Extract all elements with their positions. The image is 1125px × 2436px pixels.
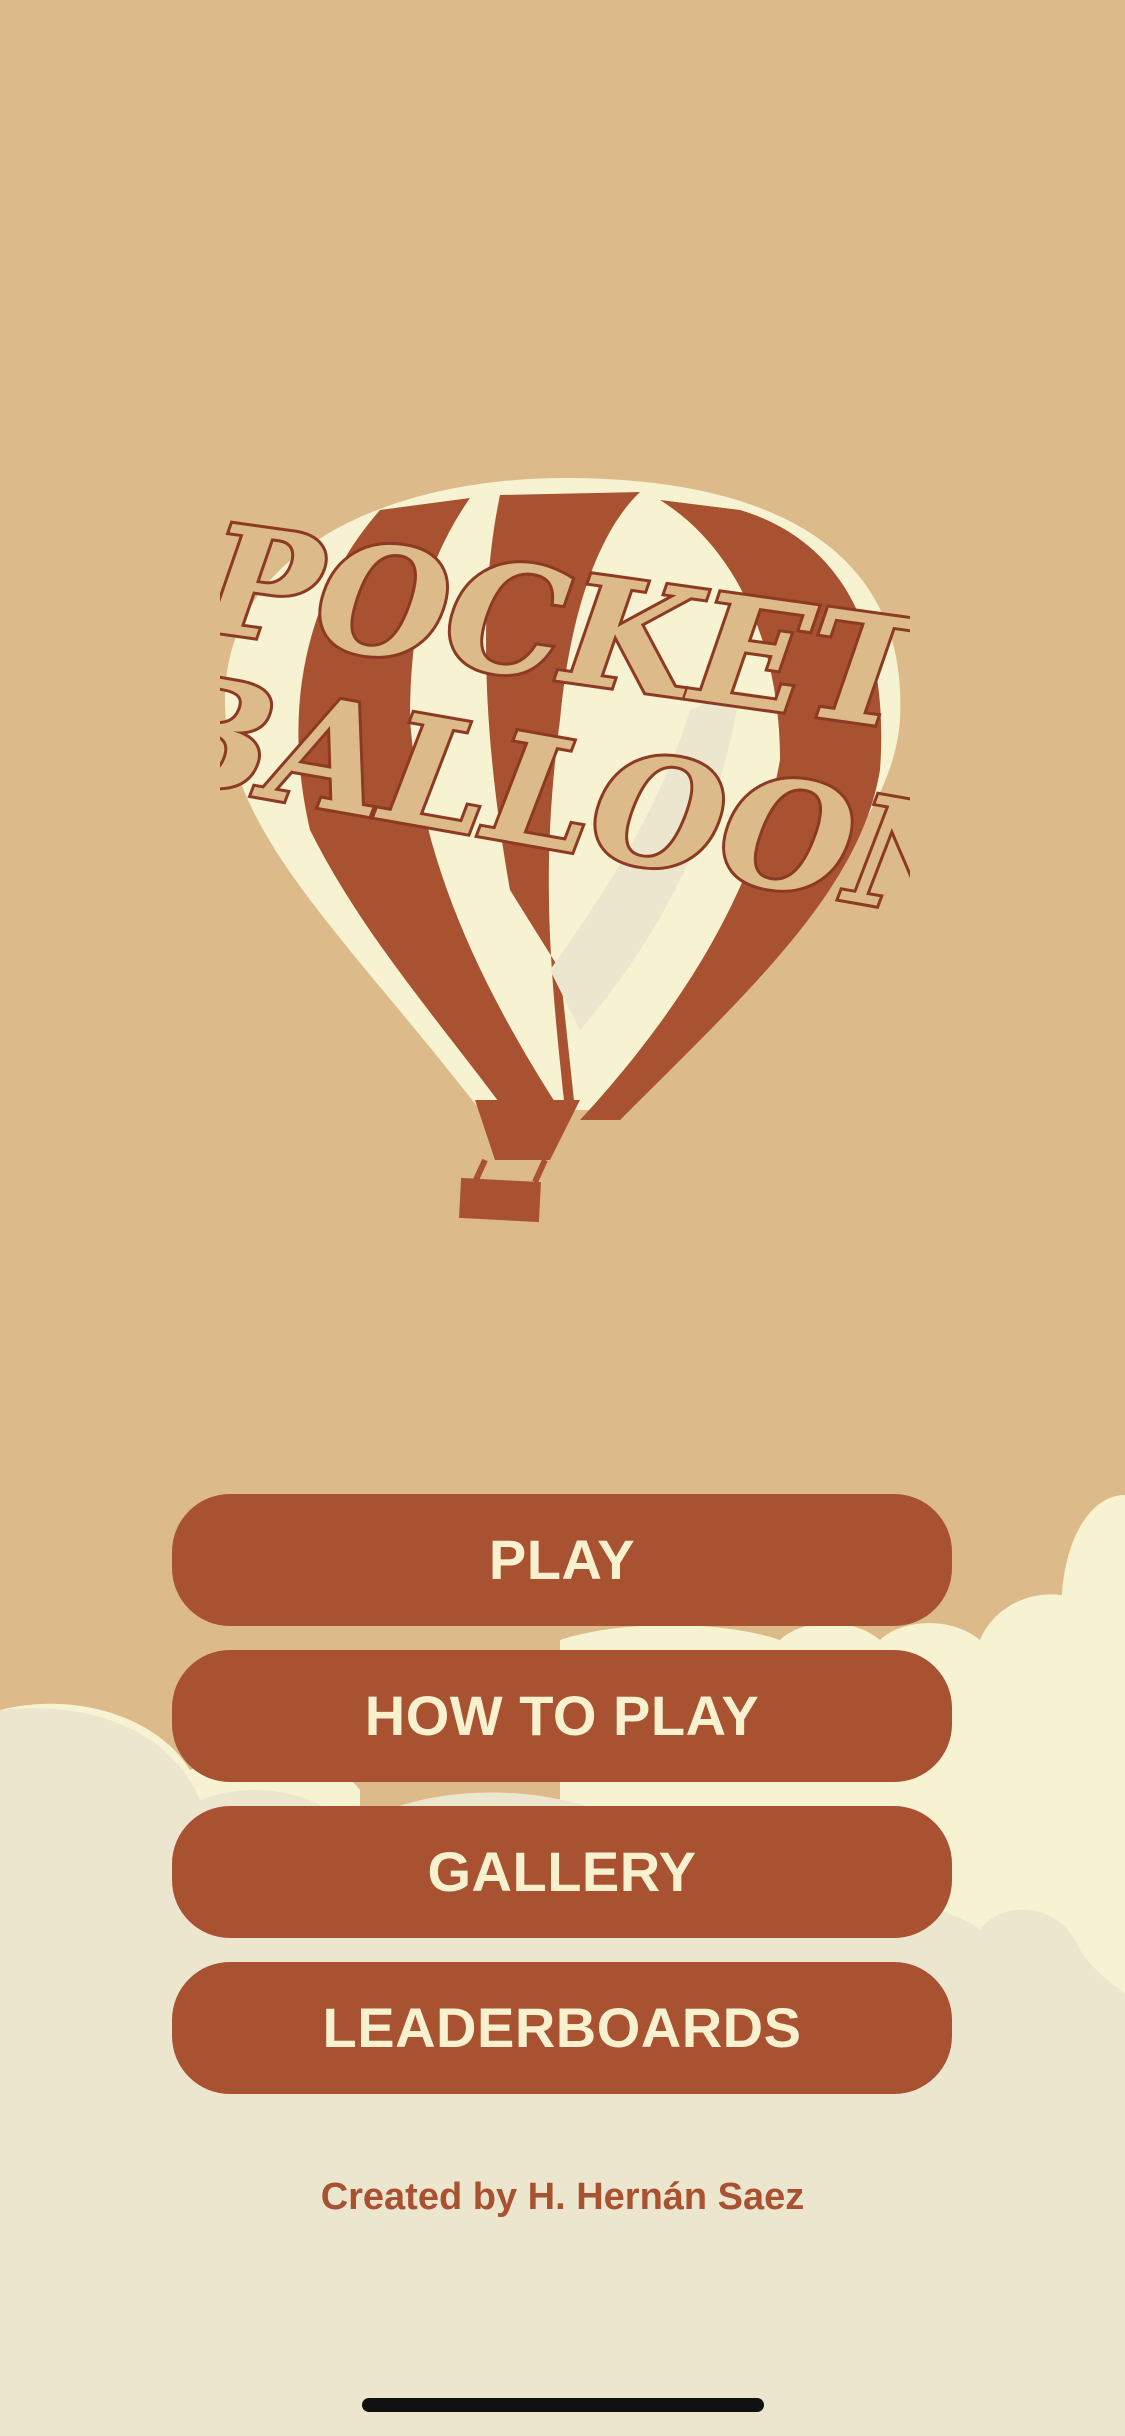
pocket-balloon-logo: POCKET BALLOON <box>220 478 910 1223</box>
play-button[interactable]: PLAY <box>172 1494 952 1626</box>
gallery-button[interactable]: GALLERY <box>172 1806 952 1938</box>
balloon-neck <box>475 1100 580 1160</box>
balloon-basket <box>459 1177 541 1223</box>
leaderboards-button[interactable]: LEADERBOARDS <box>172 1962 952 2094</box>
credit-text: Created by H. Hernán Saez <box>320 2176 805 2218</box>
how-to-play-button[interactable]: HOW TO PLAY <box>172 1650 952 1782</box>
home-indicator[interactable] <box>362 2398 764 2412</box>
main-menu: PLAY HOW TO PLAY GALLERY LEADERBOARDS <box>172 1494 952 2118</box>
